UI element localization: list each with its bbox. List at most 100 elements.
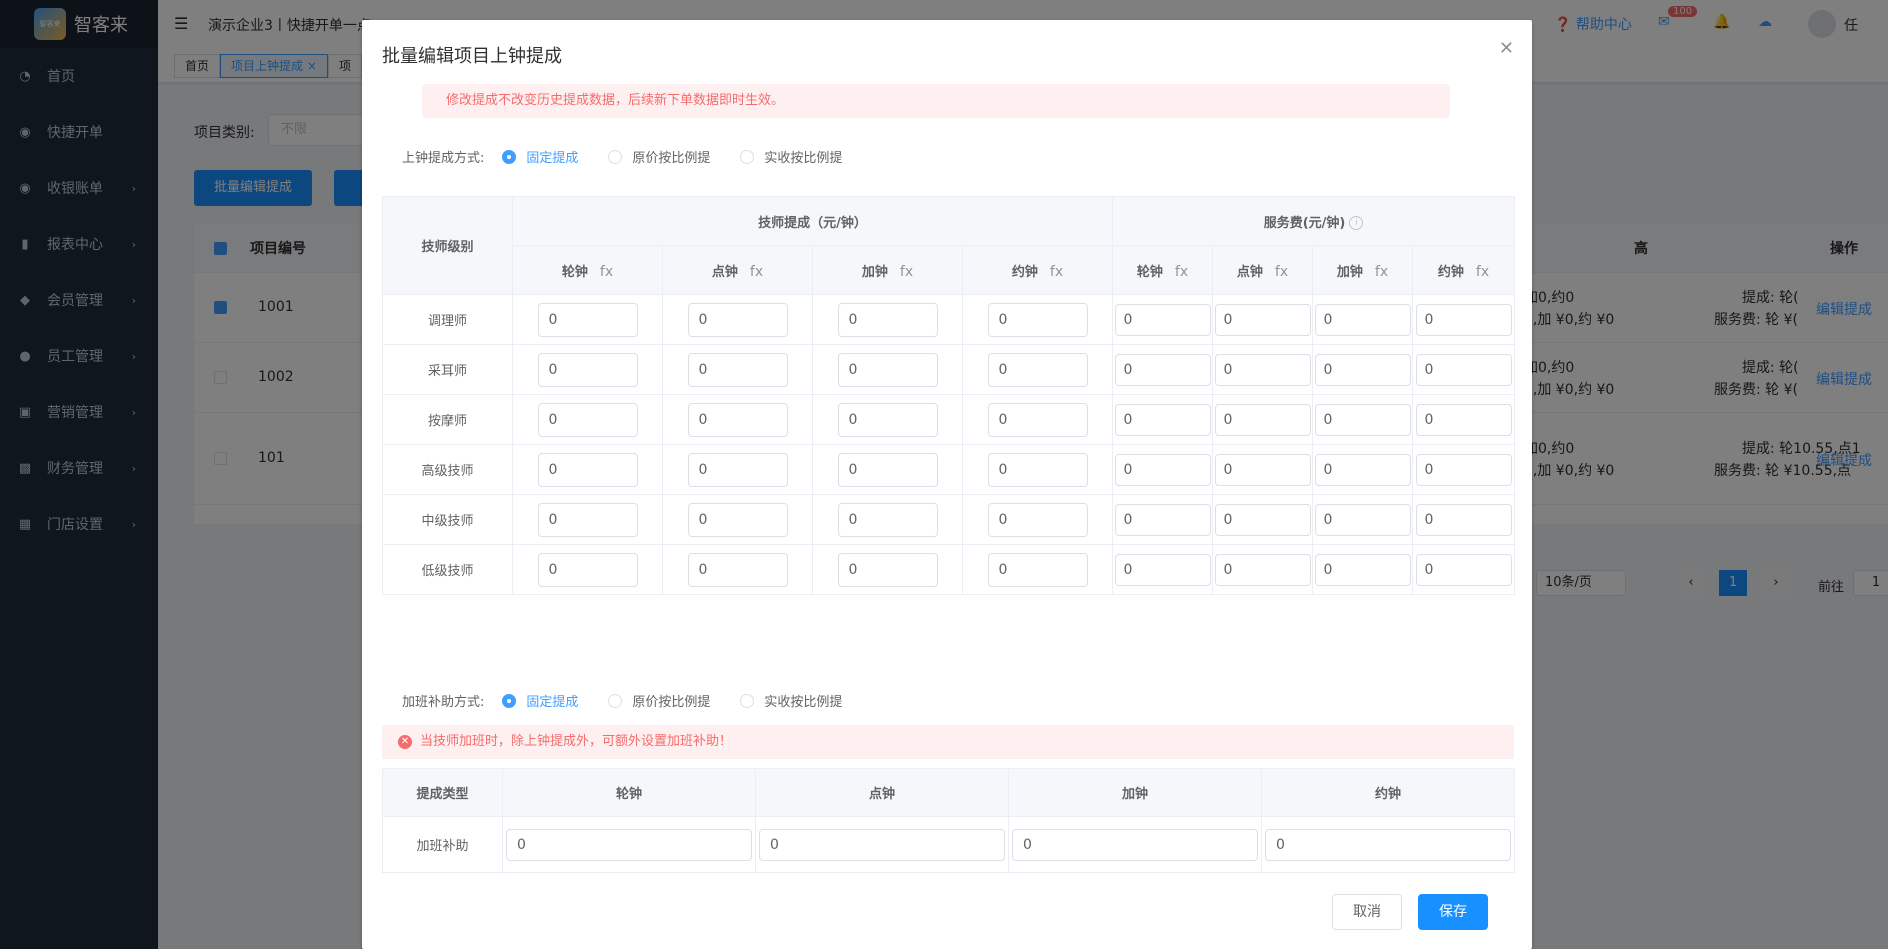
service-fee-input[interactable]: 0 — [1214, 453, 1311, 486]
tech-commission-input[interactable]: 0 — [837, 502, 938, 537]
dialog-title: 批量编辑项目上钟提成 — [382, 46, 562, 67]
tech-commission-input[interactable]: 0 — [987, 352, 1088, 387]
fx-icon[interactable]: fx — [1375, 264, 1388, 280]
tech-commission-input[interactable]: 0 — [537, 502, 638, 537]
overtime-cell: 0 — [755, 816, 1009, 873]
fx-icon[interactable]: fx — [1175, 264, 1188, 280]
overtime-method-radio-2[interactable]: 实收按比例提 — [740, 691, 842, 710]
service-fee-input[interactable]: 0 — [1314, 303, 1411, 336]
tech-commission-input[interactable]: 0 — [837, 452, 938, 487]
fee-cell: 0 — [1411, 444, 1516, 495]
fee-cell: 0 — [1212, 444, 1313, 495]
commission-method-radio-0[interactable]: 固定提成 — [502, 147, 578, 166]
tech-commission-input[interactable]: 0 — [837, 302, 938, 337]
commission-method-radio-2[interactable]: 实收按比例提 — [740, 147, 842, 166]
fx-icon[interactable]: fx — [1476, 264, 1489, 280]
fx-icon[interactable]: fx — [900, 264, 913, 280]
tech-cell: 0 — [662, 444, 813, 495]
service-fee-input[interactable]: 0 — [1415, 553, 1512, 586]
service-fee-input[interactable]: 0 — [1214, 353, 1311, 386]
tech-commission-input[interactable]: 0 — [687, 352, 788, 387]
fx-icon[interactable]: fx — [600, 264, 613, 280]
overtime-method-group: 加班补助方式: 固定提成 原价按比例提 实收按比例提 — [402, 691, 872, 710]
commission-method-label: 上钟提成方式: — [402, 151, 485, 166]
tech-commission-input[interactable]: 0 — [537, 552, 638, 587]
overtime-input[interactable]: 0 — [759, 828, 1005, 861]
tech-commission-input[interactable]: 0 — [837, 402, 938, 437]
type-header: 提成类型 — [382, 768, 503, 817]
tech-commission-header: 技师提成（元/钟） — [512, 196, 1113, 246]
tech-commission-input[interactable]: 0 — [837, 352, 938, 387]
sub-header-label: 约钟 — [1011, 264, 1038, 280]
service-fee-input[interactable]: 0 — [1114, 453, 1211, 486]
service-fee-input[interactable]: 0 — [1314, 553, 1411, 586]
service-fee-input[interactable]: 0 — [1314, 353, 1411, 386]
service-fee-input[interactable]: 0 — [1114, 303, 1211, 336]
tech-commission-input[interactable]: 0 — [837, 552, 938, 587]
tech-commission-input[interactable]: 0 — [537, 352, 638, 387]
tech-commission-input[interactable]: 0 — [687, 402, 788, 437]
save-button[interactable]: 保存 — [1418, 894, 1488, 930]
overtime-method-radio-0[interactable]: 固定提成 — [502, 691, 578, 710]
service-fee-input[interactable]: 0 — [1114, 503, 1211, 536]
tech-cell: 0 — [512, 394, 663, 445]
tech-commission-input[interactable]: 0 — [537, 302, 638, 337]
commission-row: 高级技师 0 0 0 0 0 0 0 0 — [382, 444, 1516, 495]
service-fee-input[interactable]: 0 — [1415, 503, 1512, 536]
overtime-input[interactable]: 0 — [506, 828, 752, 861]
fx-icon[interactable]: fx — [1275, 264, 1288, 280]
service-fee-input[interactable]: 0 — [1214, 503, 1311, 536]
fee-cell: 0 — [1112, 444, 1213, 495]
tech-cell: 0 — [662, 294, 813, 345]
tech-commission-input[interactable]: 0 — [537, 402, 638, 437]
service-fee-input[interactable]: 0 — [1214, 553, 1311, 586]
tech-commission-input[interactable]: 0 — [687, 502, 788, 537]
fee-cell: 0 — [1112, 394, 1213, 445]
cancel-button[interactable]: 取消 — [1332, 894, 1402, 930]
overtime-notice: ✕ 当技师加班时，除上钟提成外，可额外设置加班补助！ — [382, 725, 1514, 759]
overtime-input[interactable]: 0 — [1012, 828, 1258, 861]
tech-commission-input[interactable]: 0 — [987, 502, 1088, 537]
tech-commission-input[interactable]: 0 — [537, 452, 638, 487]
service-fee-input[interactable]: 0 — [1214, 303, 1311, 336]
service-fee-input[interactable]: 0 — [1415, 403, 1512, 436]
service-fee-input[interactable]: 0 — [1114, 403, 1211, 436]
service-fee-input[interactable]: 0 — [1415, 353, 1512, 386]
sub-header-row: 轮钟 fx 点钟 fx 加钟 fx 约钟 fx 轮钟 fx 点钟 fx 加钟 fx 约钟 fx — [383, 245, 1516, 295]
fee-cell: 0 — [1112, 294, 1213, 345]
tech-cell: 0 — [812, 344, 963, 395]
fx-icon[interactable]: fx — [1050, 264, 1063, 280]
level-cell: 调理师 — [382, 294, 513, 345]
overtime-input[interactable]: 0 — [1265, 828, 1511, 861]
service-fee-input[interactable]: 0 — [1114, 353, 1211, 386]
info-icon[interactable]: i — [1349, 216, 1364, 230]
overtime-method-radio-1[interactable]: 原价按比例提 — [608, 691, 710, 710]
close-icon[interactable]: ✕ — [1499, 38, 1514, 59]
fx-icon[interactable]: fx — [750, 264, 763, 280]
service-fee-input[interactable]: 0 — [1314, 503, 1411, 536]
service-fee-input[interactable]: 0 — [1314, 453, 1411, 486]
tech-cell: 0 — [962, 294, 1113, 345]
tech-commission-input[interactable]: 0 — [987, 552, 1088, 587]
service-fee-input[interactable]: 0 — [1314, 403, 1411, 436]
service-fee-input[interactable]: 0 — [1415, 303, 1512, 336]
fee-sub-header-2: 加钟 fx — [1312, 245, 1413, 295]
tech-commission-input[interactable]: 0 — [987, 402, 1088, 437]
tech-commission-input[interactable]: 0 — [987, 302, 1088, 337]
fee-cell: 0 — [1411, 494, 1516, 545]
tech-cell: 0 — [512, 444, 663, 495]
commission-row: 按摩师 0 0 0 0 0 0 0 0 — [382, 394, 1516, 445]
tech-commission-input[interactable]: 0 — [687, 552, 788, 587]
service-fee-input[interactable]: 0 — [1415, 453, 1512, 486]
tech-commission-input[interactable]: 0 — [687, 452, 788, 487]
commission-method-radio-1[interactable]: 原价按比例提 — [608, 147, 710, 166]
level-cell: 高级技师 — [382, 444, 513, 495]
service-fee-input[interactable]: 0 — [1214, 403, 1311, 436]
overtime-header-3: 约钟 — [1261, 768, 1515, 817]
sub-header-label: 轮钟 — [561, 264, 588, 280]
service-fee-input[interactable]: 0 — [1114, 553, 1211, 586]
tech-commission-input[interactable]: 0 — [687, 302, 788, 337]
tech-cell: 0 — [962, 344, 1113, 395]
tech-commission-input[interactable]: 0 — [987, 452, 1088, 487]
fee-sub-header-0: 轮钟 fx — [1112, 245, 1213, 295]
